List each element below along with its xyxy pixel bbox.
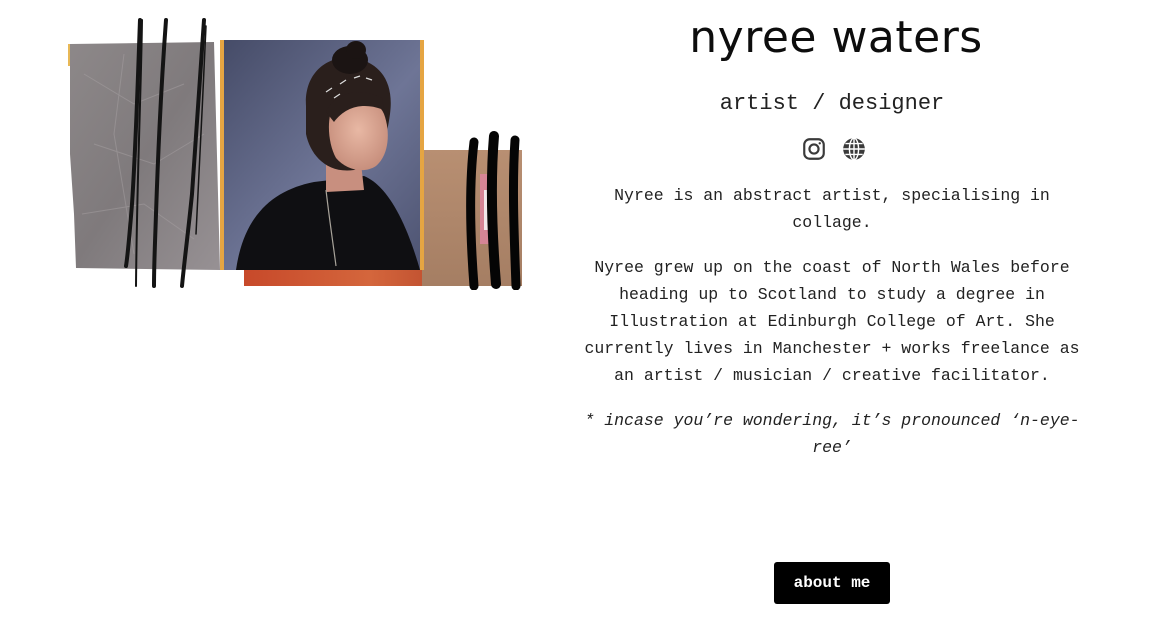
about-me-button[interactable]: about me [774, 562, 890, 604]
profile-role: artist / designer [719, 91, 945, 116]
globe-icon[interactable] [841, 136, 867, 162]
bio-paragraph: Nyree grew up on the coast of North Wale… [584, 258, 1080, 385]
bio-paragraph: Nyree is an abstract artist, specialisin… [614, 186, 1050, 232]
profile-name: nyree waters [689, 12, 983, 63]
instagram-icon[interactable] [801, 136, 827, 162]
profile-intro: nyree waters artist / designer Nyree is … [578, 0, 1086, 461]
social-links [580, 136, 1088, 162]
collage-artwork [64, 14, 528, 290]
pronunciation-note: * incase you’re wondering, it’s pronounc… [584, 411, 1080, 457]
bio: Nyree is an abstract artist, specialisin… [578, 182, 1086, 461]
